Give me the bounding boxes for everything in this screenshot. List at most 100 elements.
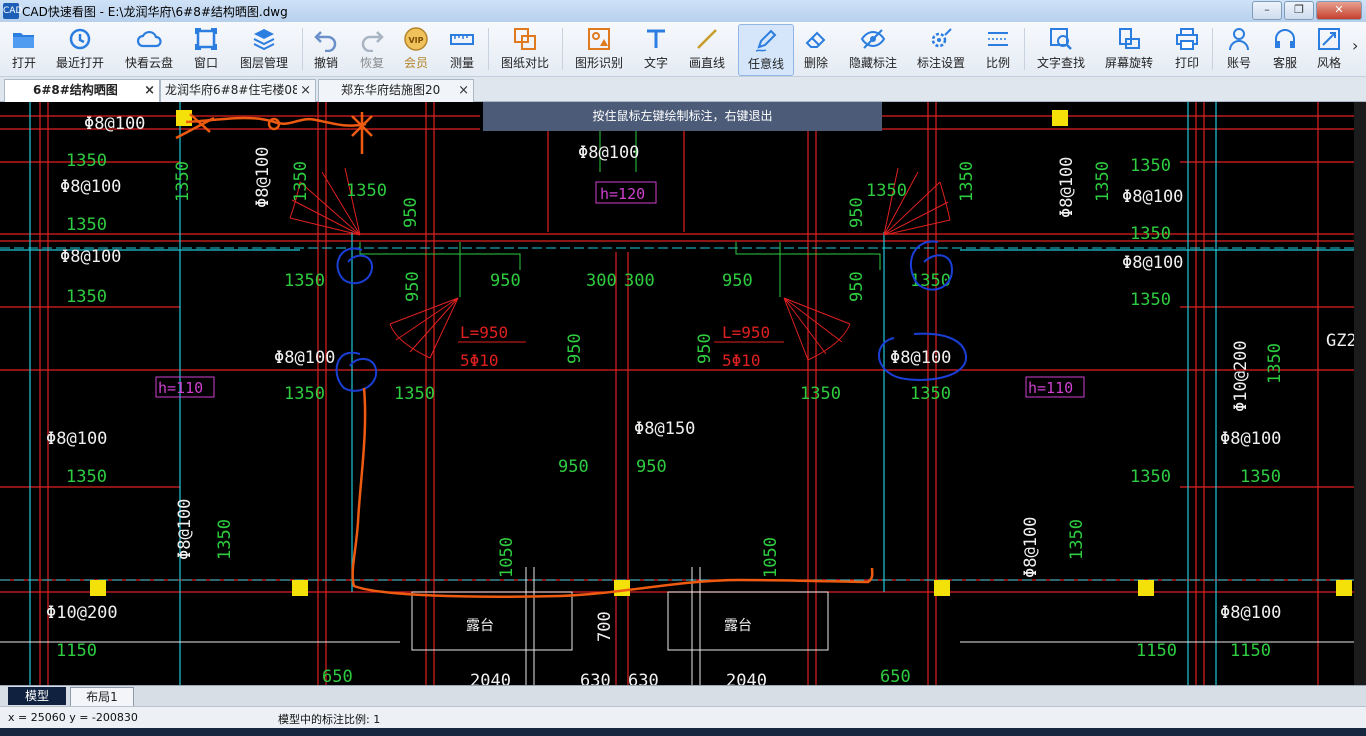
shape-recognize-button[interactable]: 图形识别 [570, 24, 628, 74]
window-controls: – ❐ ✕ [1252, 1, 1362, 20]
vip-button[interactable]: VIP 会员 [398, 24, 434, 74]
toolbar-separator [1212, 28, 1213, 70]
toolbar-label: 窗口 [193, 56, 218, 70]
toolbar-label: 客服 [1272, 56, 1297, 70]
customer-service-button[interactable]: 客服 [1266, 24, 1304, 74]
toolbar-label: 文字查找 [1036, 56, 1085, 70]
dimension-label: 1350 [1130, 290, 1171, 310]
tab-close-icon[interactable]: × [144, 80, 155, 101]
rebar-label: Φ8@150 [634, 419, 695, 439]
minimize-button[interactable]: – [1252, 1, 1282, 20]
style-button[interactable]: 风格 [1310, 24, 1348, 74]
rebar-label: Φ8@100 [1122, 187, 1183, 207]
toolbar-label: 任意线 [747, 57, 784, 71]
toolbar-label: 恢复 [359, 56, 384, 70]
dimension-label: 650 [880, 667, 911, 685]
freehand-pen-icon [755, 29, 777, 52]
tab-6-8-structure[interactable]: 6#8#结构晒图 × [4, 79, 160, 102]
window-icon [195, 28, 217, 50]
dimension-label: 1050 [497, 537, 517, 578]
compare-icon [514, 28, 536, 50]
eye-hide-icon [860, 29, 886, 49]
drawing-compare-button[interactable]: 图纸对比 [496, 24, 554, 74]
dimension-label: 700 [595, 611, 615, 642]
dimension-label: 1350 [284, 384, 325, 404]
hide-annotation-button[interactable]: 隐藏标注 [844, 24, 902, 74]
toolbar-label: 图层管理 [239, 56, 288, 70]
print-button[interactable]: 打印 [1168, 24, 1206, 74]
toolbar-label: 删除 [803, 56, 828, 70]
dimension-label: 1350 [1130, 224, 1171, 244]
toolbar-label: 快看云盘 [124, 56, 173, 70]
vertical-scrollbar[interactable] [1354, 102, 1366, 685]
draw-line-button[interactable]: 画直线 [684, 24, 730, 74]
text-search-button[interactable]: 文字查找 [1032, 24, 1090, 74]
toolbar-separator [488, 28, 489, 70]
dimension-label: 1350 [215, 519, 235, 560]
dimension-label: 950 [403, 271, 423, 302]
text-button[interactable]: 文字 [638, 24, 674, 74]
tab-zhengdong[interactable]: 郑东华府结施图20 × [318, 79, 474, 102]
dimension-label: 1150 [56, 641, 97, 661]
dimension-label: 1350 [866, 181, 907, 201]
tab-close-icon[interactable]: × [458, 80, 469, 101]
screen-rotate-button[interactable]: 屏幕旋转 [1100, 24, 1158, 74]
tab-label: 龙润华府6#8#住宅楼0828 [165, 83, 297, 97]
tab-layout1[interactable]: 布局1 [70, 687, 134, 707]
freehand-line-button[interactable]: 任意线 [738, 24, 794, 76]
ruler-icon [450, 34, 474, 45]
layer-manager-button[interactable]: 图层管理 [236, 24, 292, 74]
cad-drawing: Φ8@100 Φ8@100 Φ8@100 Φ8@100 Φ8@100 Φ8@10… [0, 102, 1366, 685]
dimension-label: 300 [586, 271, 617, 291]
printer-icon [1176, 28, 1198, 50]
maximize-button[interactable]: ❐ [1284, 1, 1314, 20]
dimension-label: 1350 [66, 215, 107, 235]
dimension-label: 1150 [1136, 641, 1177, 661]
app-icon: CAD [3, 3, 22, 19]
open-button[interactable]: 打开 [4, 24, 44, 74]
scale-icon [988, 32, 1008, 46]
close-button[interactable]: ✕ [1316, 1, 1362, 20]
rebar-label: Φ8@100 [84, 114, 145, 134]
rotate-screen-icon [1119, 28, 1140, 49]
slab-label: h=110 [158, 379, 203, 397]
toolbar-label: 屏幕旋转 [1104, 56, 1153, 70]
cloud-drive-button[interactable]: 快看云盘 [120, 24, 178, 74]
dimension-label: 950 [722, 271, 753, 291]
layers-icon [253, 29, 275, 51]
delete-button[interactable]: 删除 [798, 24, 834, 74]
redo-button[interactable]: 恢复 [354, 24, 390, 74]
toolbar-label: 文字 [643, 56, 668, 70]
account-button[interactable]: 账号 [1220, 24, 1258, 74]
rebar-count-label: 5Φ10 [722, 351, 761, 370]
rebar-length-label: L=950 [722, 323, 770, 342]
rebar-count-label: 5Φ10 [460, 351, 499, 370]
user-icon [1229, 28, 1249, 51]
eraser-icon [805, 31, 826, 48]
toolbar-overflow-chevron-icon[interactable]: › [1352, 36, 1358, 55]
measure-button[interactable]: 测量 [444, 24, 480, 74]
rebar-label: Φ10@200 [46, 603, 118, 623]
dimension-label: 1350 [1130, 156, 1171, 176]
dimension-label: 1350 [66, 151, 107, 171]
annotation-settings-button[interactable]: 标注设置 [912, 24, 970, 74]
scale-button[interactable]: 比例 [980, 24, 1016, 74]
document-tab-bar: 6#8#结构晒图 × 龙润华府6#8#住宅楼0828 × 郑东华府结施图20 × [0, 77, 1366, 102]
dimension-label: 1350 [291, 161, 311, 202]
window-button[interactable]: 窗口 [188, 24, 224, 74]
tab-longrun-0828[interactable]: 龙润华府6#8#住宅楼0828 × [160, 79, 316, 102]
tab-model[interactable]: 模型 [8, 687, 66, 705]
headset-icon [1275, 29, 1295, 48]
shape-recognize-icon [588, 28, 610, 50]
dimension-label: 1350 [1130, 467, 1171, 487]
drawing-hint-banner: 按住鼠标左键绘制标注，右键退出 [483, 102, 882, 131]
main-toolbar: 打开 最近打开 快看云盘 窗口 图层管理 撤销 恢复 VIP 会员 测量 图纸对… [0, 22, 1366, 77]
dimension-label: 1350 [1067, 519, 1087, 560]
undo-button[interactable]: 撤销 [308, 24, 344, 74]
line-icon [697, 29, 717, 49]
tab-close-icon[interactable]: × [300, 80, 311, 101]
dimension-label: 1350 [1240, 467, 1281, 487]
drawing-canvas[interactable]: Φ8@100 Φ8@100 Φ8@100 Φ8@100 Φ8@100 Φ8@10… [0, 102, 1366, 685]
recent-open-button[interactable]: 最近打开 [52, 24, 108, 74]
dimension-label: 1350 [173, 161, 193, 202]
